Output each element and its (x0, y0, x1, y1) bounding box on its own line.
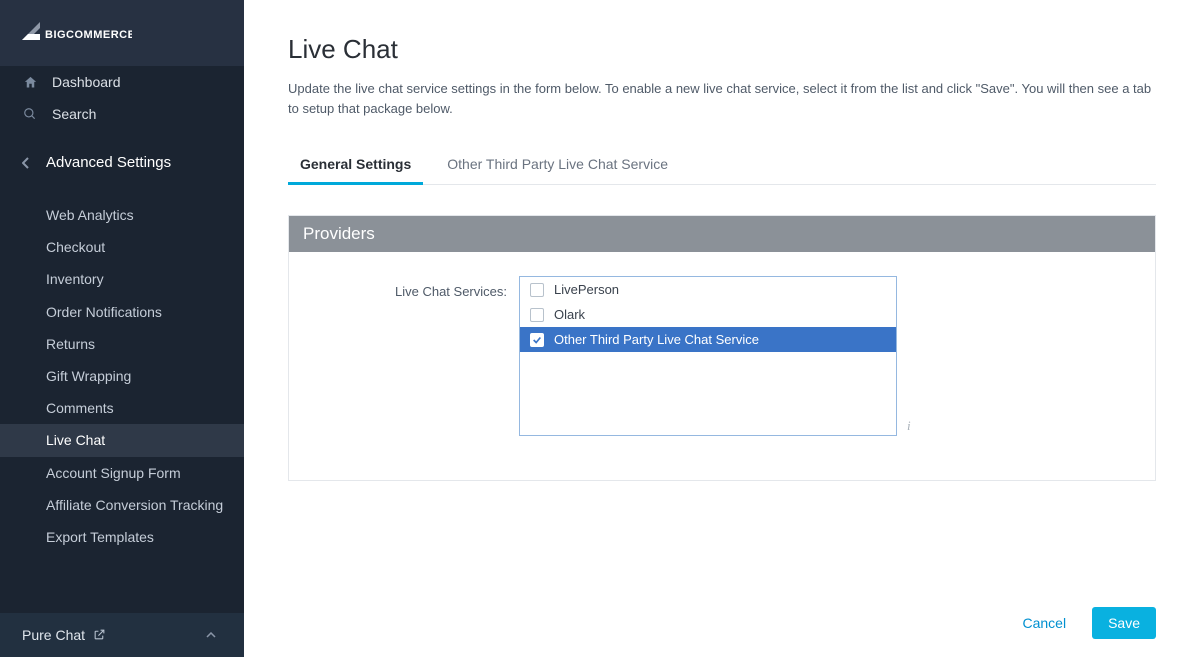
nav-dashboard[interactable]: Dashboard (0, 66, 244, 98)
panel-body: Live Chat Services: LivePerson Olark Other… (289, 252, 1155, 480)
sidebar: BIGCOMMERCE Dashboard Search Advanced Se… (0, 0, 244, 657)
sidebar-item-affiliate-conversion-tracking[interactable]: Affiliate Conversion Tracking (0, 489, 244, 521)
sidebar-item-inventory[interactable]: Inventory (0, 263, 244, 295)
sidebar-item-live-chat[interactable]: Live Chat (0, 424, 244, 456)
checkbox-icon (530, 308, 544, 322)
list-option-olark[interactable]: Olark (520, 302, 896, 327)
sub-nav: Web AnalyticsCheckoutInventoryOrder Noti… (0, 193, 244, 613)
brand-logo[interactable]: BIGCOMMERCE (0, 0, 244, 66)
svg-text:BIGCOMMERCE: BIGCOMMERCE (45, 29, 132, 41)
list-option-liveperson[interactable]: LivePerson (520, 277, 896, 302)
home-icon (22, 74, 38, 90)
list-option-other-third-party-live-chat-service[interactable]: Other Third Party Live Chat Service (520, 327, 896, 352)
external-link-icon (93, 628, 107, 642)
nav-search[interactable]: Search (0, 98, 244, 130)
divider (0, 181, 244, 193)
sidebar-item-gift-wrapping[interactable]: Gift Wrapping (0, 360, 244, 392)
panel-header: Providers (289, 216, 1155, 252)
cancel-button[interactable]: Cancel (1022, 615, 1066, 631)
nav-search-label: Search (52, 106, 96, 122)
sidebar-item-returns[interactable]: Returns (0, 328, 244, 360)
save-button[interactable]: Save (1092, 607, 1156, 639)
checkbox-icon (530, 283, 544, 297)
section-title: Advanced Settings (46, 154, 171, 171)
sidebar-item-order-notifications[interactable]: Order Notifications (0, 296, 244, 328)
sidebar-item-comments[interactable]: Comments (0, 392, 244, 424)
checkbox-icon (530, 333, 544, 347)
info-icon[interactable]: i (897, 418, 911, 436)
providers-panel: Providers Live Chat Services: LivePerson… (288, 215, 1156, 481)
list-option-label: Olark (554, 307, 585, 322)
sidebar-item-checkout[interactable]: Checkout (0, 231, 244, 263)
sidebar-item-account-signup-form[interactable]: Account Signup Form (0, 457, 244, 489)
bigcommerce-logo-icon: BIGCOMMERCE (22, 22, 132, 44)
page-description: Update the live chat service settings in… (288, 79, 1156, 118)
chevron-up-icon (206, 628, 216, 643)
main-content: Live Chat Update the live chat service s… (244, 0, 1200, 657)
live-chat-services-listbox[interactable]: LivePerson Olark Other Third Party Live Ch… (519, 276, 897, 436)
list-option-label: LivePerson (554, 282, 619, 297)
section-header-advanced-settings[interactable]: Advanced Settings (0, 144, 244, 181)
chevron-left-icon (22, 157, 38, 169)
divider (0, 130, 244, 144)
page-title: Live Chat (288, 34, 1156, 65)
field-label-live-chat-services: Live Chat Services: (299, 276, 519, 436)
list-option-label: Other Third Party Live Chat Service (554, 332, 759, 347)
footer-pure-chat[interactable]: Pure Chat (0, 613, 244, 657)
tab-general-settings[interactable]: General Settings (288, 146, 423, 184)
nav-dashboard-label: Dashboard (52, 74, 121, 90)
tab-other-third-party-live-chat-service[interactable]: Other Third Party Live Chat Service (435, 146, 680, 184)
footer-label: Pure Chat (22, 627, 85, 643)
sidebar-item-web-analytics[interactable]: Web Analytics (0, 199, 244, 231)
tabs: General Settings Other Third Party Live C… (288, 146, 1156, 185)
sidebar-item-export-templates[interactable]: Export Templates (0, 521, 244, 553)
search-icon (22, 106, 38, 122)
action-bar: Cancel Save (1022, 607, 1156, 639)
